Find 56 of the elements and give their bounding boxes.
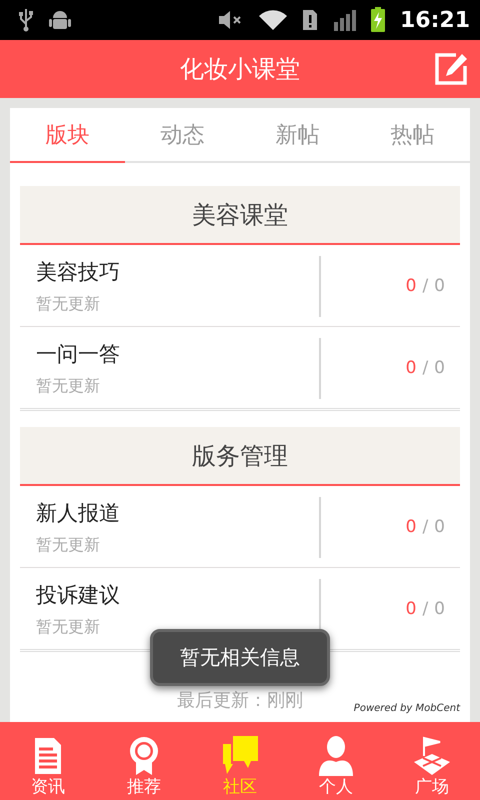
section-header: 美容课堂 [20, 186, 460, 245]
flag-map-icon [412, 736, 452, 776]
new-count: 0 [406, 598, 416, 618]
nav-label: 社区 [223, 776, 257, 798]
tab[interactable]: 热帖 [355, 108, 470, 163]
rosette-icon [128, 736, 160, 776]
board-name: 一问一答 [36, 341, 121, 368]
total-count: 0 [434, 516, 445, 536]
count-separator: / [422, 516, 428, 536]
total-count: 0 [434, 276, 445, 296]
person-icon [317, 736, 355, 776]
count-separator: / [422, 358, 428, 378]
nav-tab[interactable]: 资讯 [0, 722, 96, 800]
board-status: 暂无更新 [36, 294, 101, 315]
board-name: 新人报道 [36, 500, 121, 527]
board-row[interactable]: 一问一答 暂无更新 0 / 0 [20, 327, 460, 408]
powered-by-text: Powered by MobCent [354, 703, 460, 714]
board-row[interactable]: 新人报道 暂无更新 0 / 0 [20, 486, 460, 568]
board-row[interactable]: 美容技巧 暂无更新 0 / 0 [20, 245, 460, 327]
edit-icon[interactable] [434, 52, 468, 86]
toast-message: 暂无相关信息 [150, 629, 330, 686]
document-icon [33, 736, 63, 776]
clock: 16:21 [400, 8, 470, 32]
battery-icon [370, 7, 386, 33]
tab[interactable]: 动态 [125, 108, 240, 163]
nav-label: 资讯 [31, 776, 65, 798]
nav-label: 广场 [415, 776, 449, 798]
new-count: 0 [406, 516, 416, 536]
board-name: 投诉建议 [36, 582, 121, 609]
nav-tab[interactable]: 广场 [384, 722, 480, 800]
total-count: 0 [434, 598, 445, 618]
board-status: 暂无更新 [36, 535, 101, 556]
usb-icon [18, 8, 34, 32]
board-status: 暂无更新 [36, 376, 101, 397]
chat-icon [221, 736, 259, 776]
count-separator: / [422, 598, 428, 618]
nav-tab[interactable]: 社区 [192, 722, 288, 800]
nav-label: 推荐 [127, 776, 161, 798]
total-count: 0 [434, 358, 445, 378]
board-name: 美容技巧 [36, 259, 121, 286]
section-header: 版务管理 [20, 427, 460, 486]
android-icon [48, 9, 72, 31]
tab[interactable]: 版块 [10, 108, 125, 163]
count-separator: / [422, 276, 428, 296]
nav-label: 个人 [319, 776, 353, 798]
sd-card-icon [302, 9, 318, 31]
nav-tab[interactable]: 个人 [288, 722, 384, 800]
signal-icon [332, 8, 356, 32]
last-update-text: 最后更新：刚刚 [177, 689, 303, 712]
app-title: 化妆小课堂 [180, 54, 300, 85]
wifi-icon [258, 9, 288, 31]
new-count: 0 [406, 276, 416, 296]
board-status: 暂无更新 [36, 617, 101, 638]
tab[interactable]: 新帖 [240, 108, 355, 163]
new-count: 0 [406, 358, 416, 378]
nav-tab[interactable]: 推荐 [96, 722, 192, 800]
